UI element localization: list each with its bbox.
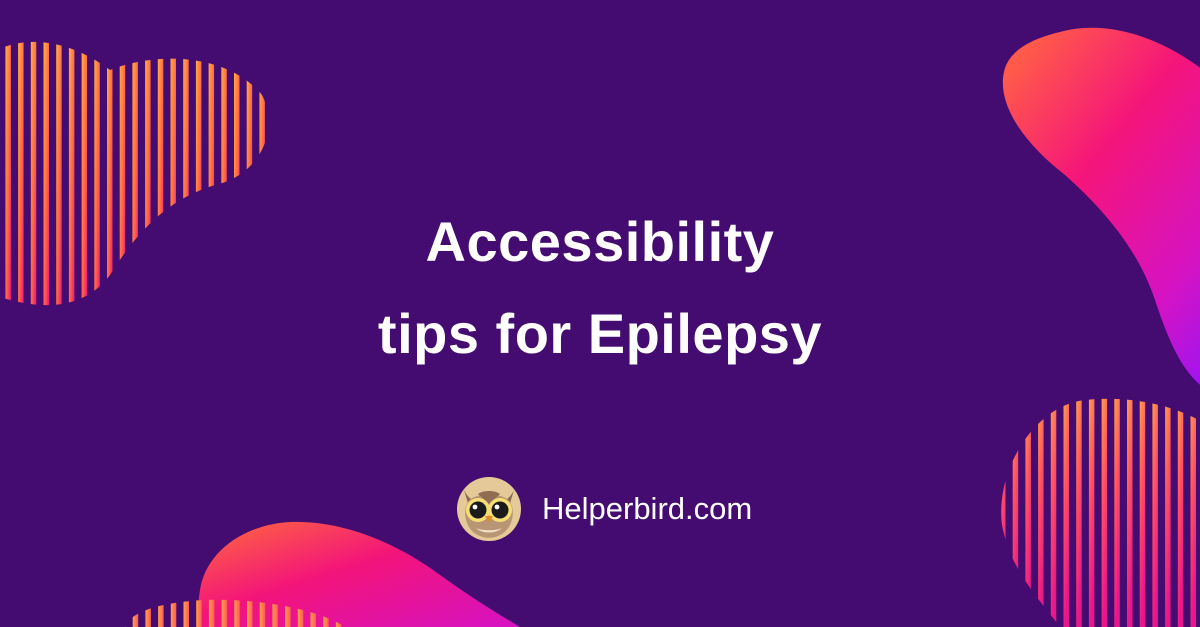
owl-logo-icon xyxy=(457,477,521,541)
brand-lockup: Helperbird.com xyxy=(456,476,752,542)
decorative-stripe xyxy=(1063,398,1069,627)
striped-blob-right xyxy=(1001,398,1196,627)
decorative-stripe xyxy=(183,599,189,627)
title-line-2: tips for Epilepsy xyxy=(377,302,823,365)
decorative-stripe xyxy=(1101,398,1108,627)
decorative-stripe xyxy=(132,599,139,627)
decorative-stripe xyxy=(1038,398,1044,627)
decorative-stripe xyxy=(1177,398,1184,627)
decorative-stripe xyxy=(1050,398,1057,627)
decorative-stripe xyxy=(1190,398,1196,627)
brand-name: Helperbird.com xyxy=(542,491,753,526)
decorative-stripe xyxy=(125,599,126,627)
decorative-stripe xyxy=(1139,398,1146,627)
decorative-stripe xyxy=(1025,398,1031,627)
decorative-stripe xyxy=(1152,398,1158,627)
decorative-stripe xyxy=(145,599,151,627)
decorative-stripe xyxy=(1012,398,1019,627)
decorative-stripe xyxy=(1165,398,1171,627)
title-line-1: Accessibility xyxy=(425,210,775,273)
decorative-stripe xyxy=(1001,398,1006,627)
decorative-stripe xyxy=(170,599,177,627)
page-title: Accessibility tips for Epilepsy xyxy=(0,196,1200,380)
decorative-stripe xyxy=(1076,398,1082,627)
decorative-stripe xyxy=(158,599,164,627)
decorative-stripe xyxy=(1088,398,1095,627)
decorative-stripe xyxy=(1114,398,1120,627)
decorative-stripe xyxy=(1127,398,1133,627)
